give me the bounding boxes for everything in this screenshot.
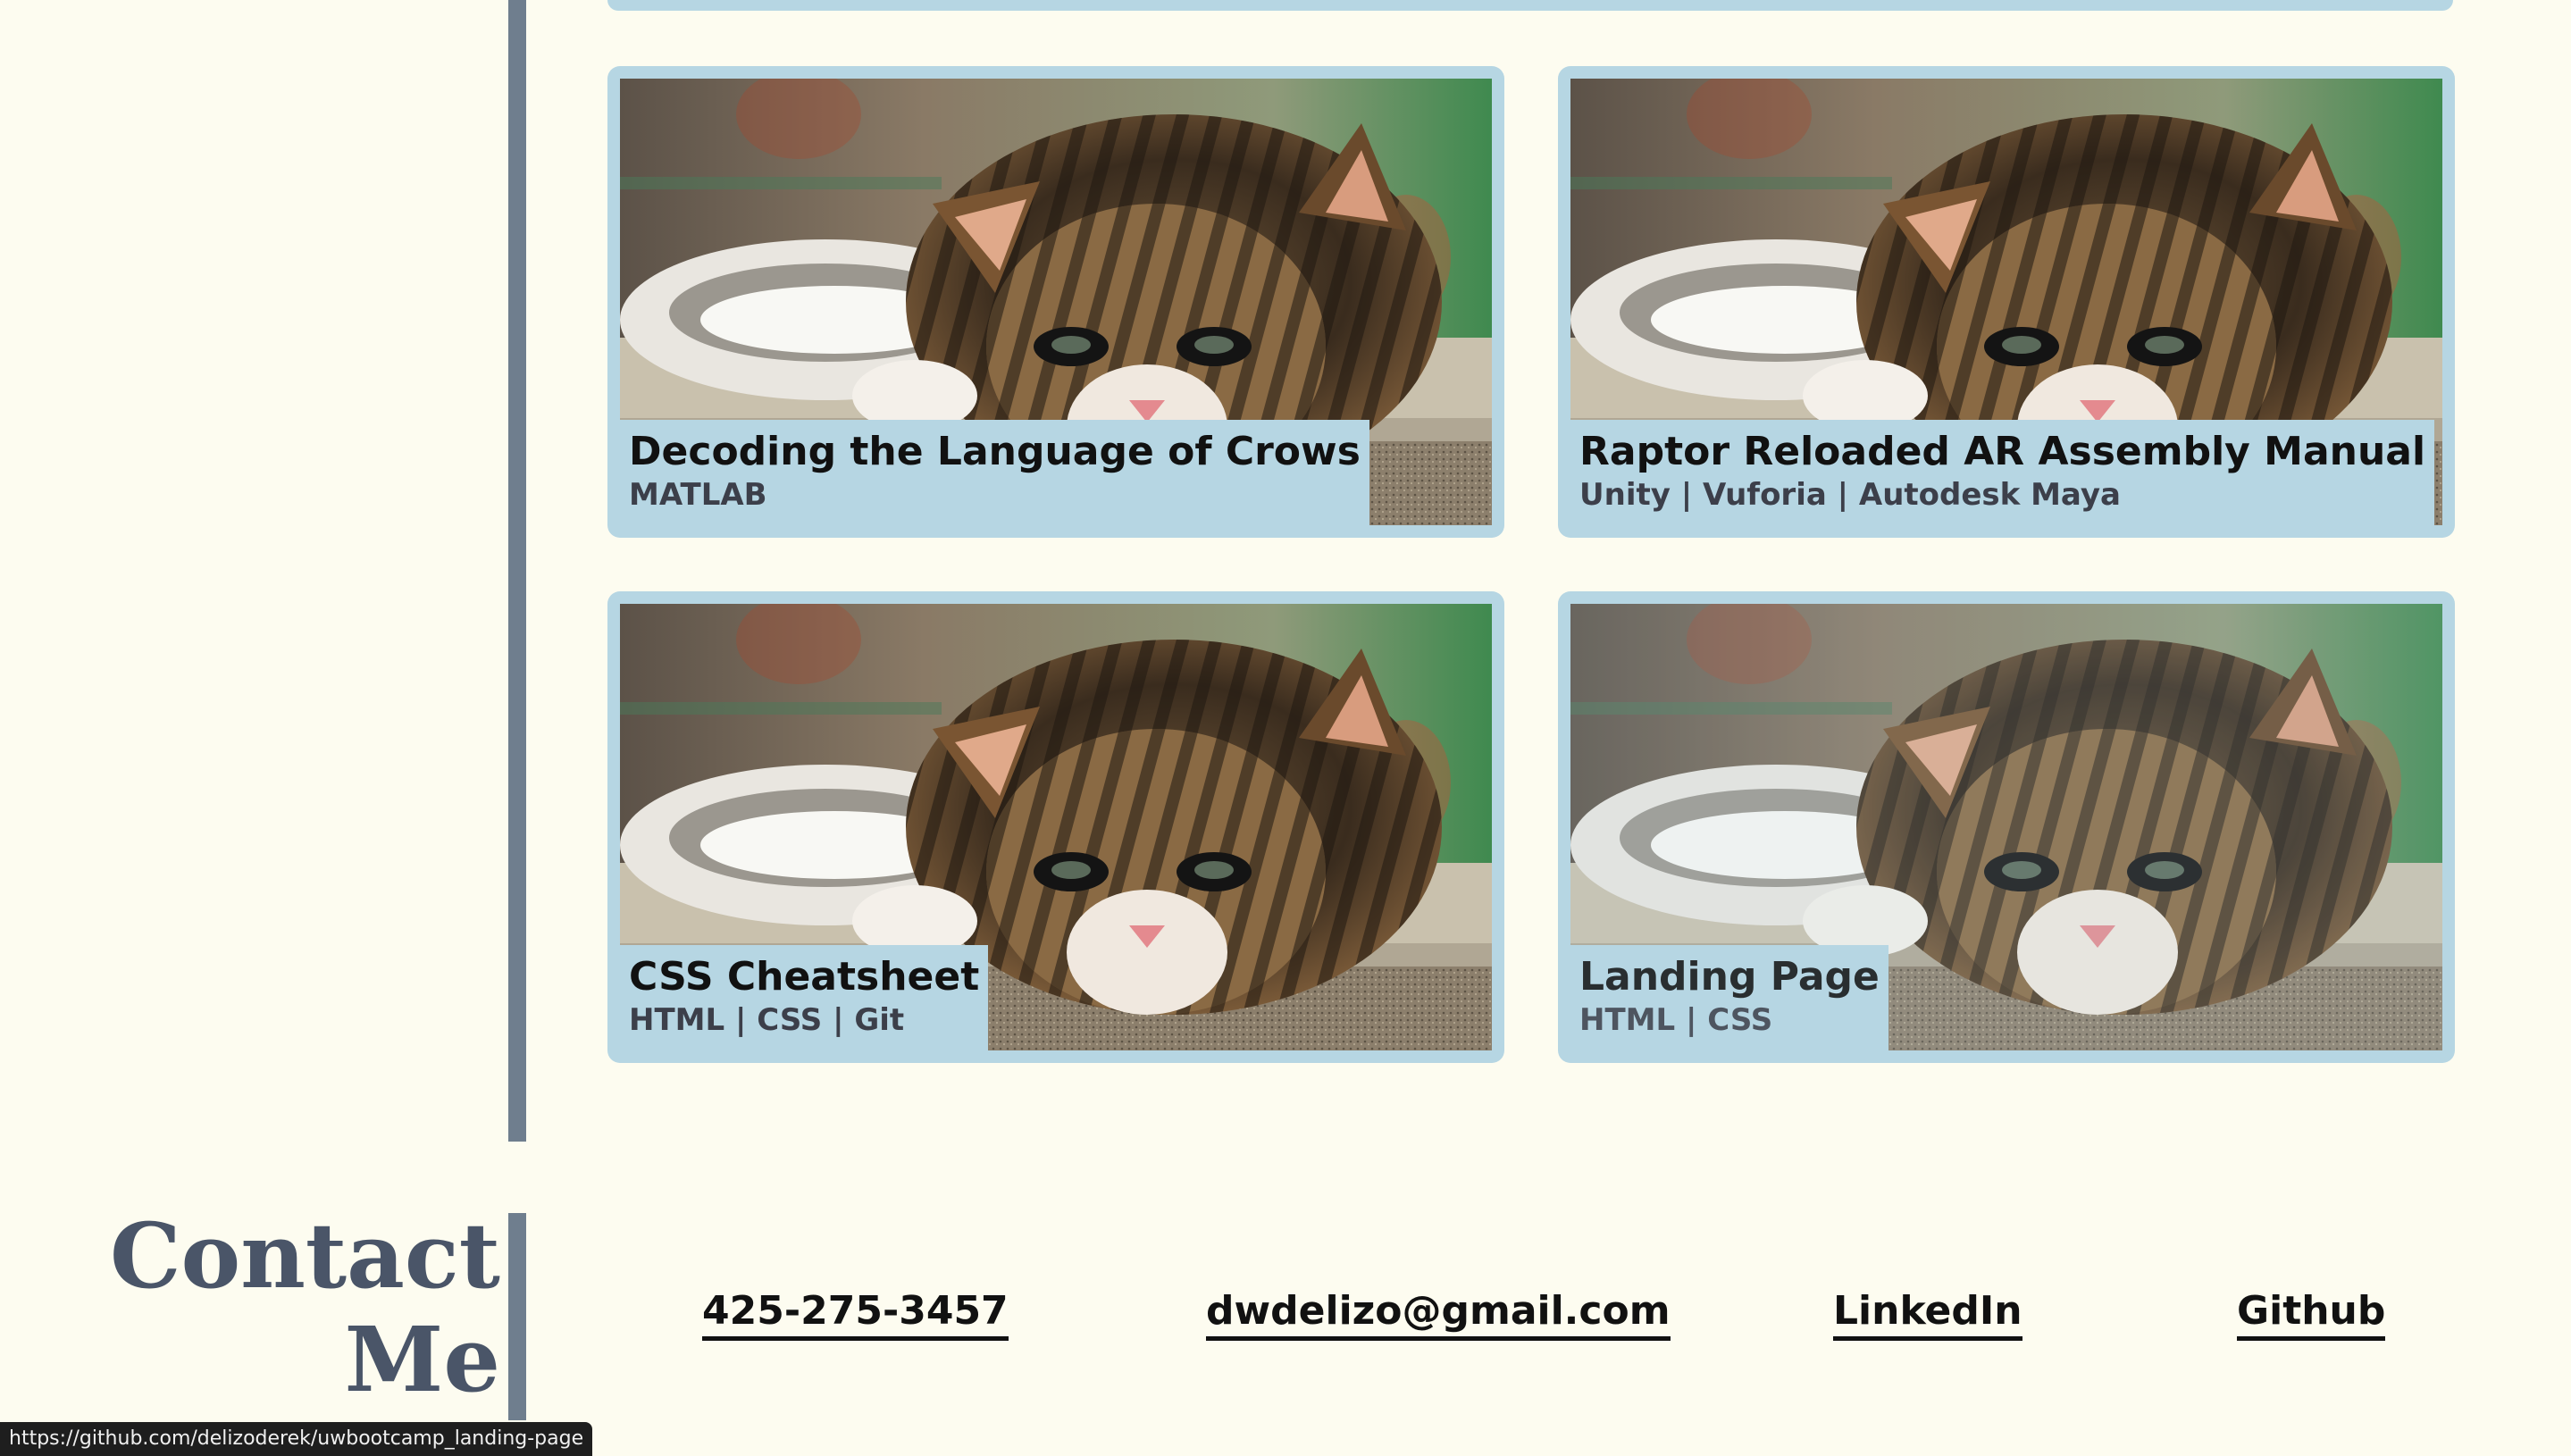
project-card-landing-page[interactable]: Landing Page HTML | CSS — [1558, 591, 2455, 1063]
project-card-raptor[interactable]: Raptor Reloaded AR Assembly Manual Unity… — [1558, 66, 2455, 538]
project-caption: Raptor Reloaded AR Assembly Manual Unity… — [1570, 420, 2435, 525]
project-image: Decoding the Language of Crows MATLAB — [620, 79, 1492, 525]
project-image: CSS Cheatsheet HTML | CSS | Git — [620, 604, 1492, 1050]
project-image: Landing Page HTML | CSS — [1570, 604, 2442, 1050]
project-card-css-cheatsheet[interactable]: CSS Cheatsheet HTML | CSS | Git — [607, 591, 1504, 1063]
previous-card-edge — [607, 0, 2453, 11]
portfolio-page: Decoding the Language of Crows MATLAB Ra… — [0, 0, 2571, 1456]
project-caption: CSS Cheatsheet HTML | CSS | Git — [620, 945, 989, 1050]
browser-status-url: https://github.com/delizoderek/uwbootcam… — [0, 1422, 593, 1456]
project-title: Raptor Reloaded AR Assembly Manual — [1579, 429, 2426, 474]
contact-heading-line1: Contact — [109, 1203, 500, 1309]
linkedin-link[interactable]: LinkedIn — [1833, 1286, 2022, 1341]
section-divider-rule — [508, 0, 526, 1142]
email-link[interactable]: dwdelizo@gmail.com — [1206, 1286, 1671, 1341]
project-image: Raptor Reloaded AR Assembly Manual Unity… — [1570, 79, 2442, 525]
project-tags: Unity | Vuforia | Autodesk Maya — [1579, 477, 2121, 513]
phone-link[interactable]: 425-275-3457 — [702, 1286, 1009, 1341]
github-link[interactable]: Github — [2237, 1286, 2386, 1341]
project-caption: Landing Page HTML | CSS — [1570, 945, 1888, 1050]
project-title: CSS Cheatsheet — [629, 954, 980, 1000]
project-caption: Decoding the Language of Crows MATLAB — [620, 420, 1369, 525]
project-tags: HTML | CSS — [1579, 1002, 1773, 1038]
project-title: Decoding the Language of Crows — [629, 429, 1361, 474]
contact-heading-line2: Me — [344, 1307, 500, 1412]
project-card-crows[interactable]: Decoding the Language of Crows MATLAB — [607, 66, 1504, 538]
contact-heading: Contact Me — [107, 1204, 500, 1411]
project-title: Landing Page — [1579, 954, 1880, 1000]
contact-divider-rule — [508, 1213, 526, 1420]
project-tags: HTML | CSS | Git — [629, 1002, 905, 1038]
project-tags: MATLAB — [629, 477, 767, 513]
